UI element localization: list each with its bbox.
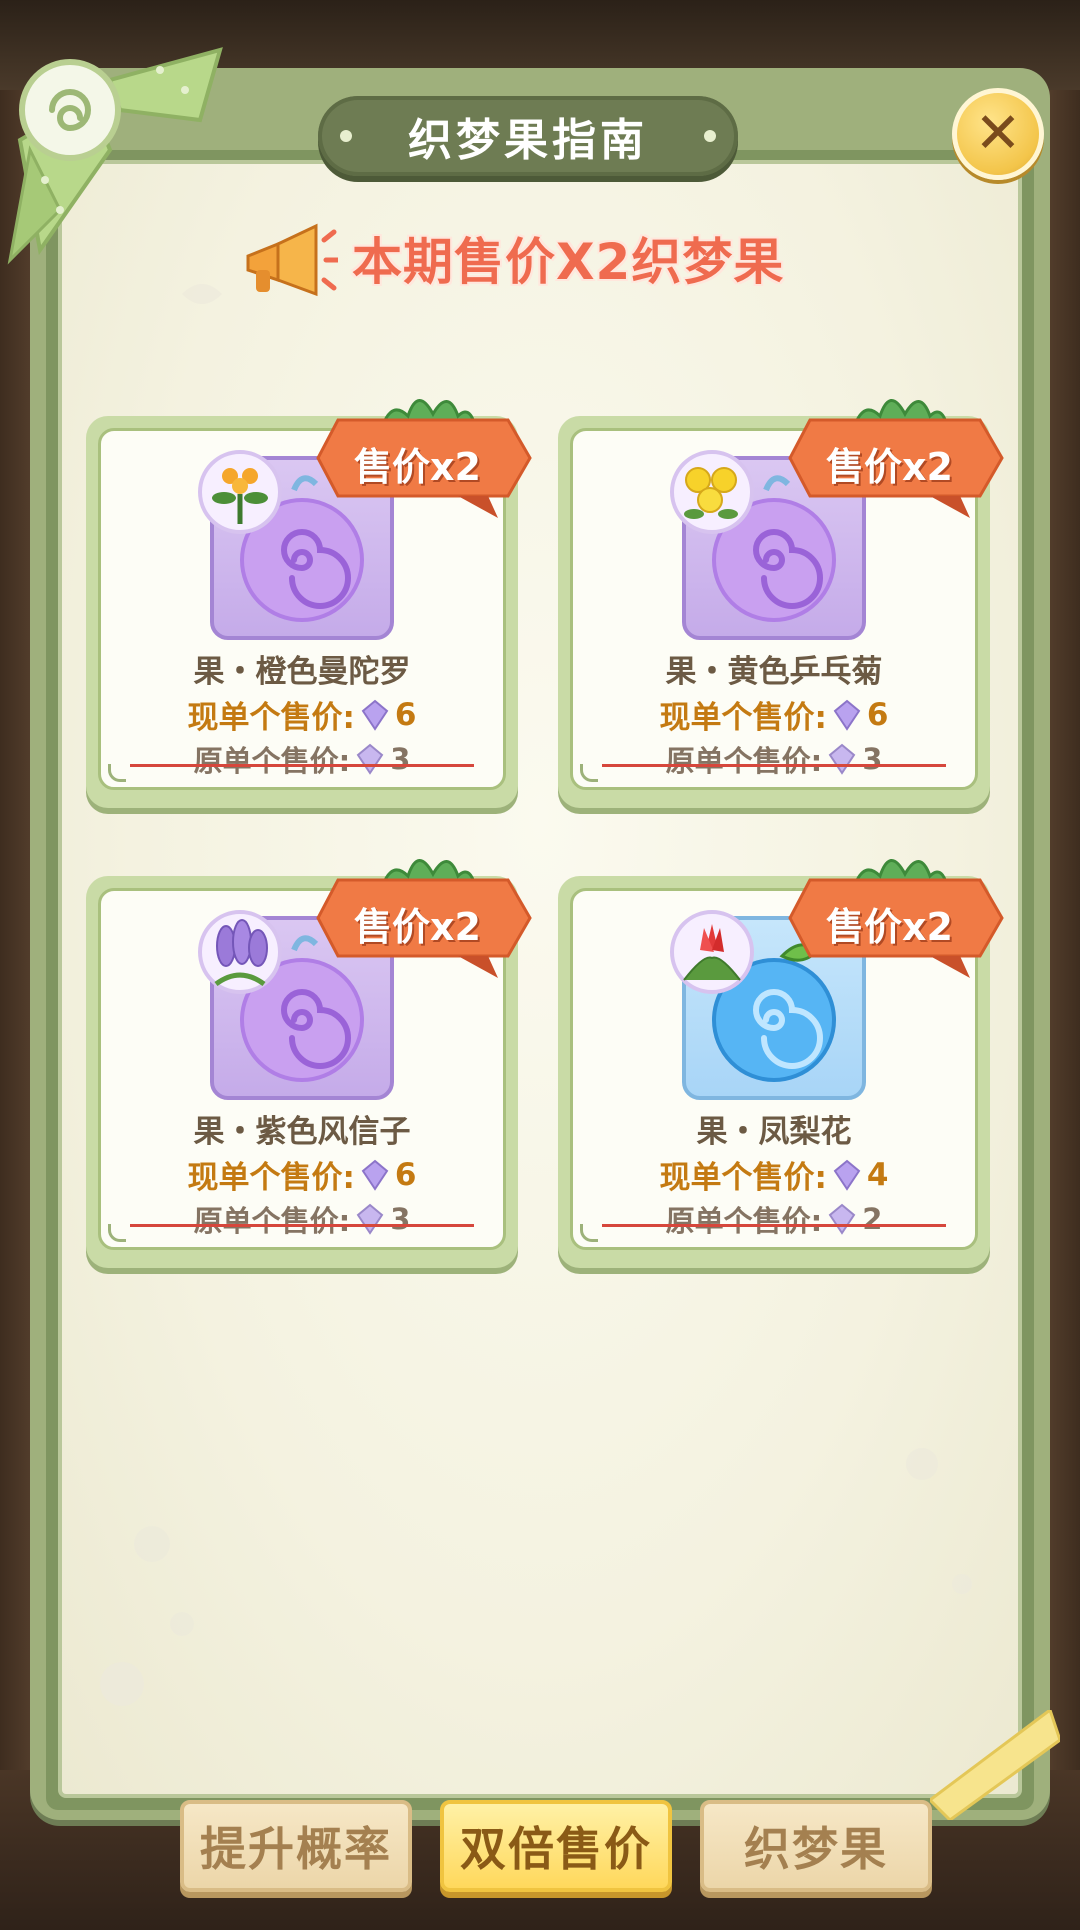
purple-hyacinth-icon bbox=[214, 919, 268, 987]
ribbon-label: 售价x2 bbox=[354, 445, 481, 489]
ribbon-label: 售价x2 bbox=[826, 905, 953, 949]
crystal-currency-icon bbox=[361, 699, 389, 731]
crystal-currency-icon bbox=[828, 1203, 856, 1235]
current-price: 现单个售价: 6 bbox=[98, 692, 506, 737]
ribbon-corner-icon bbox=[930, 1710, 1060, 1820]
fruit-name: 果・紫色风信子 bbox=[193, 1114, 411, 1150]
original-price-value: 3 bbox=[390, 1202, 411, 1236]
fruit-name: 果・凤梨花 bbox=[696, 1114, 852, 1150]
original-price: 原单个售价: 3 bbox=[98, 1198, 506, 1240]
announcement-banner: 本期售价X2织梦果 bbox=[238, 218, 858, 298]
current-price-value: 6 bbox=[394, 696, 417, 733]
fruit-card[interactable]: 售价x2 果・凤梨花 现单个售价: 4 原单个售价: 2 bbox=[558, 859, 1004, 1268]
original-price-label: 原单个售价: bbox=[193, 1204, 351, 1238]
crystal-currency-icon bbox=[833, 1159, 861, 1191]
ribbon-label: 售价x2 bbox=[354, 905, 481, 949]
fruit-name: 果・黄色乒乓菊 bbox=[665, 654, 883, 690]
crystal-currency-icon bbox=[356, 1203, 384, 1235]
fruit-card[interactable]: 售价x2 果・橙色曼陀罗 现单个售价: 6 原单个售价: 3 bbox=[86, 399, 532, 808]
current-price-value: 6 bbox=[866, 696, 889, 733]
flower-badge bbox=[198, 450, 282, 534]
tab-increase-probability[interactable]: 提升概率 bbox=[180, 1800, 412, 1892]
announcement-text: 本期售价X2织梦果 bbox=[352, 233, 785, 291]
ribbon-label: 售价x2 bbox=[826, 445, 953, 489]
flower-badge bbox=[670, 910, 754, 994]
close-button[interactable]: ✕ bbox=[952, 88, 1044, 180]
strikethrough-line bbox=[130, 1224, 474, 1227]
crystal-currency-icon bbox=[833, 699, 861, 731]
original-price-value: 3 bbox=[862, 742, 883, 776]
current-price: 现单个售价: 6 bbox=[570, 692, 978, 737]
original-price: 原单个售价: 3 bbox=[570, 738, 978, 780]
original-price: 原单个售价: 3 bbox=[98, 738, 506, 780]
original-price-label: 原单个售价: bbox=[665, 1204, 823, 1238]
strikethrough-line bbox=[602, 1224, 946, 1227]
current-price: 现单个售价: 4 bbox=[570, 1152, 978, 1197]
current-price: 现单个售价: 6 bbox=[98, 1152, 506, 1197]
fruit-card[interactable]: 售价x2 果・紫色风信子 现单个售价: 6 原单个售价: 3 bbox=[86, 859, 532, 1268]
bromeliad-icon bbox=[683, 924, 741, 981]
strikethrough-line bbox=[602, 764, 946, 767]
dialog-title: 织梦果指南 bbox=[318, 96, 738, 176]
current-price-label: 现单个售价: bbox=[659, 700, 827, 736]
original-price-label: 原单个售价: bbox=[193, 744, 351, 778]
current-price-label: 现单个售价: bbox=[187, 1160, 355, 1196]
yellow-pompon-icon bbox=[684, 467, 738, 519]
crystal-currency-icon bbox=[361, 1159, 389, 1191]
current-price-value: 6 bbox=[394, 1156, 417, 1193]
dialog-title-text: 织梦果指南 bbox=[408, 115, 648, 166]
current-price-value: 4 bbox=[866, 1156, 889, 1193]
current-price-label: 现单个售价: bbox=[659, 1160, 827, 1196]
flower-badge bbox=[198, 910, 282, 994]
crystal-currency-icon bbox=[828, 743, 856, 775]
original-price: 原单个售价: 2 bbox=[570, 1198, 978, 1240]
title-dot-left bbox=[340, 130, 352, 142]
tab-double-price[interactable]: 双倍售价 bbox=[440, 1800, 672, 1892]
tab-label: 提升概率 bbox=[200, 1822, 392, 1876]
tab-label: 织梦果 bbox=[744, 1822, 888, 1876]
fruit-card[interactable]: 售价x2 果・黄色乒乓菊 现单个售价: 6 原单个售价: 3 bbox=[558, 399, 1004, 808]
tab-label: 双倍售价 bbox=[460, 1822, 652, 1876]
megaphone-icon bbox=[246, 223, 338, 297]
original-price-value: 2 bbox=[862, 1202, 883, 1236]
bow-icon bbox=[7, 47, 223, 265]
crystal-currency-icon bbox=[356, 743, 384, 775]
title-dot-right bbox=[704, 130, 716, 142]
orange-datura-icon bbox=[212, 468, 268, 524]
original-price-value: 3 bbox=[390, 742, 411, 776]
fruit-name: 果・橙色曼陀罗 bbox=[193, 654, 411, 690]
strikethrough-line bbox=[130, 764, 474, 767]
original-price-label: 原单个售价: bbox=[665, 744, 823, 778]
current-price-label: 现单个售价: bbox=[187, 700, 355, 736]
flower-badge bbox=[670, 450, 754, 534]
tab-dream-fruit[interactable]: 织梦果 bbox=[700, 1800, 932, 1892]
close-icon: ✕ bbox=[974, 101, 1022, 166]
